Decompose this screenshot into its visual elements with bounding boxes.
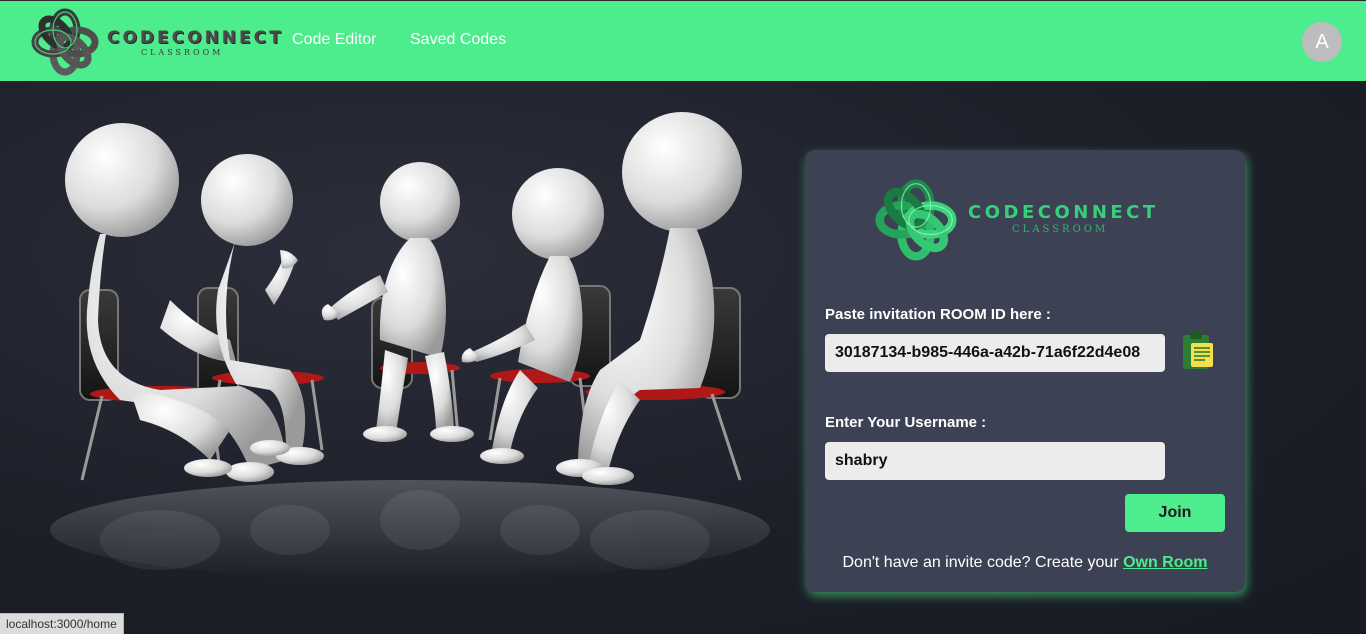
- nav-logo-title: CODECONNECT: [107, 28, 284, 48]
- group-discussion-illustration: [50, 112, 770, 580]
- card-logo: CODECONNECT CLASSROOM: [870, 172, 1170, 272]
- nav-link-code-editor[interactable]: Code Editor: [292, 31, 377, 49]
- create-room-prompt-text: Don't have an invite code? Create your: [842, 554, 1124, 571]
- nav-logo[interactable]: CODECONNECT CLASSROOM: [27, 4, 281, 80]
- clipboard-paste-icon[interactable]: [1181, 331, 1215, 371]
- username-label: Enter Your Username :: [825, 414, 987, 431]
- nav-logo-subtitle: CLASSROOM: [141, 48, 224, 57]
- status-bar-url: localhost:3000/home: [0, 613, 124, 634]
- avatar[interactable]: A: [1302, 22, 1342, 62]
- knot-logo-icon: [875, 179, 957, 261]
- nav-link-saved-codes[interactable]: Saved Codes: [410, 31, 506, 49]
- join-button[interactable]: Join: [1125, 494, 1225, 532]
- room-id-label: Paste invitation ROOM ID here :: [825, 306, 1051, 323]
- username-input[interactable]: [825, 442, 1165, 480]
- nav-logo-text: CODECONNECT CLASSROOM: [107, 28, 284, 57]
- create-room-prompt: Don't have an invite code? Create your O…: [805, 554, 1245, 572]
- room-id-input[interactable]: [825, 334, 1165, 372]
- join-room-card: CODECONNECT CLASSROOM Paste invitation R…: [805, 150, 1245, 592]
- card-logo-subtitle: CLASSROOM: [1012, 224, 1109, 235]
- top-navbar: CODECONNECT CLASSROOM Code Editor Saved …: [0, 0, 1366, 81]
- knot-logo-icon: [31, 8, 99, 76]
- card-logo-title: CODECONNECT: [968, 202, 1159, 223]
- card-logo-text: CODECONNECT CLASSROOM: [968, 202, 1159, 235]
- figure-center: [321, 162, 474, 442]
- own-room-link[interactable]: Own Room: [1123, 554, 1207, 571]
